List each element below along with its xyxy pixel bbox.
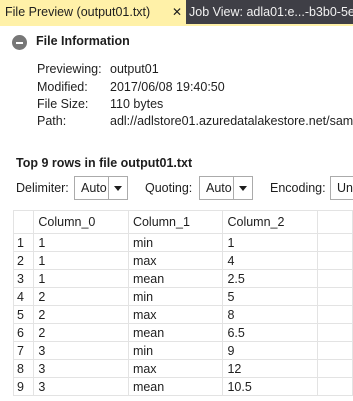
info-label: File Size: — [37, 97, 89, 111]
table-cell[interactable]: 1 — [33, 269, 129, 288]
close-icon[interactable]: ✕ — [170, 0, 184, 24]
table-filler — [317, 377, 353, 396]
info-label: Modified: — [37, 80, 88, 94]
table-cell[interactable]: mean — [127, 269, 224, 288]
table-cell[interactable]: 9 — [222, 341, 318, 360]
table-cell[interactable]: min — [127, 233, 224, 252]
encoding-label: Encoding: — [270, 181, 326, 195]
table-filler — [317, 359, 353, 378]
preview-table: Column_0 Column_1 Column_2 1 1 min 1 2 1 max 4… — [13, 210, 353, 396]
info-value: 2017/06/08 19:40:50 — [110, 80, 225, 94]
table-cell[interactable]: 1 — [222, 233, 318, 252]
table-cell[interactable]: 6.5 — [222, 323, 318, 342]
info-label: Previewing: — [37, 62, 102, 76]
table-row[interactable]: 5 2 max 8 — [13, 305, 353, 324]
row-number[interactable]: 8 — [13, 359, 35, 378]
collapse-icon[interactable] — [12, 35, 27, 50]
row-number[interactable]: 5 — [13, 305, 35, 324]
table-filler — [317, 251, 353, 270]
table-row[interactable]: 7 3 min 9 — [13, 341, 353, 360]
info-value[interactable]: adl://adlstore01.azuredatalakestore.net/… — [110, 114, 353, 128]
document-tab-strip: File Preview (output01.txt) ✕ Job View: … — [0, 0, 353, 24]
info-row-previewing: Previewing: output01 — [37, 62, 159, 78]
tab-job-view[interactable]: Job View: adla01:e...-b3b0-5e5fe — [186, 0, 353, 24]
delimiter-value: Auto — [81, 181, 107, 195]
tab-file-preview-label: File Preview (output01.txt) — [5, 5, 151, 19]
chevron-down-icon[interactable] — [108, 177, 127, 199]
table-row[interactable]: 3 1 mean 2.5 — [13, 269, 353, 288]
table-cell[interactable]: 4 — [222, 251, 318, 270]
chevron-down-icon[interactable] — [233, 177, 252, 199]
table-cell[interactable]: 8 — [222, 305, 318, 324]
delimiter-label: Delimiter: — [16, 181, 69, 195]
table-filler — [317, 269, 353, 288]
info-row-path: Path: adl://adlstore01.azuredatalakestore… — [37, 114, 353, 130]
table-cell[interactable]: 2.5 — [222, 269, 318, 288]
encoding-value: Uni — [337, 181, 353, 195]
data-grid[interactable]: Column_0 Column_1 Column_2 1 1 min 1 2 1 max 4… — [13, 210, 353, 401]
row-number[interactable]: 3 — [13, 269, 35, 288]
quoting-dropdown[interactable]: Auto — [199, 176, 253, 200]
table-cell[interactable]: mean — [127, 377, 224, 396]
row-number[interactable]: 4 — [13, 287, 35, 306]
header-row: Column_0 Column_1 Column_2 — [13, 210, 353, 234]
table-row[interactable]: 2 1 max 4 — [13, 251, 353, 270]
table-cell[interactable]: 2 — [33, 323, 129, 342]
info-row-file-size: File Size: 110 bytes — [37, 97, 163, 113]
quoting-value: Auto — [206, 181, 232, 195]
info-value: 110 bytes — [110, 97, 164, 111]
table-cell[interactable]: 3 — [33, 377, 129, 396]
table-filler — [317, 323, 353, 342]
tab-underline — [0, 24, 353, 26]
row-number[interactable]: 7 — [13, 341, 35, 360]
table-cell[interactable]: 1 — [33, 233, 129, 252]
info-label: Path: — [37, 114, 67, 128]
table-cell[interactable]: 10.5 — [222, 377, 318, 396]
table-cell[interactable]: 2 — [33, 305, 129, 324]
table-filler — [317, 305, 353, 324]
table-row[interactable]: 4 2 min 5 — [13, 287, 353, 306]
encoding-dropdown[interactable]: Uni — [330, 176, 353, 200]
table-cell[interactable]: min — [127, 287, 224, 306]
tab-job-view-label: Job View: adla01:e...-b3b0-5e5fe — [189, 5, 353, 19]
table-cell[interactable]: max — [127, 251, 224, 270]
tab-file-preview[interactable]: File Preview (output01.txt) ✕ — [0, 0, 186, 24]
table-filler — [317, 341, 353, 360]
row-number[interactable]: 6 — [13, 323, 35, 342]
delimiter-dropdown[interactable]: Auto — [74, 176, 128, 200]
top-rows-heading: Top 9 rows in file output01.txt — [16, 156, 193, 170]
table-cell[interactable]: 3 — [33, 341, 129, 360]
column-filler — [317, 210, 353, 234]
table-row[interactable]: 9 3 mean 10.5 — [13, 377, 353, 396]
row-number[interactable]: 9 — [13, 377, 35, 396]
table-cell[interactable]: 5 — [222, 287, 318, 306]
table-cell[interactable]: 3 — [33, 359, 129, 378]
column-header[interactable]: Column_1 — [127, 210, 224, 234]
column-header[interactable]: Column_0 — [33, 210, 129, 234]
quoting-label: Quoting: — [145, 181, 193, 195]
info-value: output01 — [110, 62, 159, 76]
table-filler — [317, 287, 353, 306]
table-filler — [317, 233, 353, 252]
table-cell[interactable]: 2 — [33, 287, 129, 306]
table-row[interactable]: 8 3 max 12 — [13, 359, 353, 378]
row-number[interactable]: 2 — [13, 251, 35, 270]
table-row[interactable]: 6 2 mean 6.5 — [13, 323, 353, 342]
table-cell[interactable]: 12 — [222, 359, 318, 378]
section-title: File Information — [36, 34, 130, 48]
table-cell[interactable]: max — [127, 305, 224, 324]
row-number[interactable]: 1 — [13, 233, 35, 252]
table-row[interactable]: 1 1 min 1 — [13, 233, 353, 252]
info-row-modified: Modified: 2017/06/08 19:40:50 — [37, 80, 225, 96]
column-header[interactable]: Column_2 — [222, 210, 318, 234]
table-cell[interactable]: min — [127, 341, 224, 360]
table-cell[interactable]: mean — [127, 323, 224, 342]
corner-cell[interactable] — [13, 210, 35, 234]
table-cell[interactable]: max — [127, 359, 224, 378]
table-cell[interactable]: 1 — [33, 251, 129, 270]
